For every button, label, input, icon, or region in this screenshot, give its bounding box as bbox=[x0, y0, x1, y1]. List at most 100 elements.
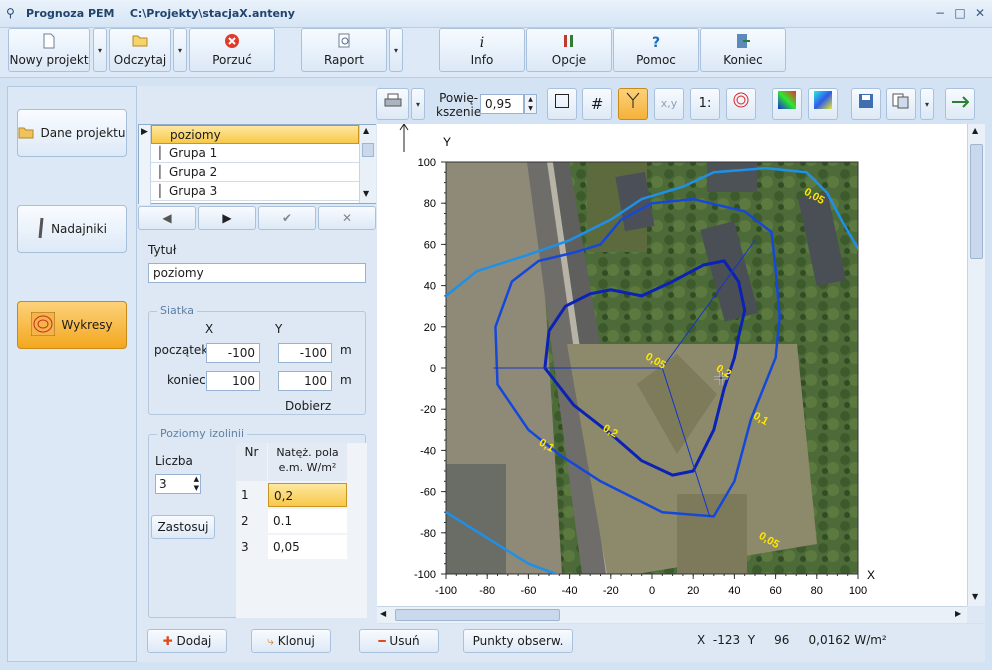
open-dropdown[interactable]: ▾ bbox=[173, 28, 187, 72]
charts-button[interactable]: Wykresy bbox=[17, 301, 127, 349]
help-label: Pomoc bbox=[636, 53, 676, 67]
grid-auto-button[interactable]: Dobierz bbox=[285, 399, 331, 413]
options-button[interactable]: Opcje bbox=[526, 28, 612, 72]
y-tick-label: -80 bbox=[420, 528, 436, 540]
contour-plot[interactable]: -100 -80 -60 -40 -20 0 20 40 60 80 100 100 80 60 40 20 0… bbox=[377, 123, 967, 606]
y-tick-label: 100 bbox=[418, 157, 436, 169]
cancel-record-button[interactable]: ✕ bbox=[318, 206, 376, 230]
scroll-down-icon[interactable]: ▼ bbox=[972, 592, 978, 601]
info-icon: i bbox=[479, 35, 485, 51]
y-tick-label: 20 bbox=[424, 322, 436, 334]
transmitters-label: Nadajniki bbox=[51, 222, 107, 236]
stepper-up-icon[interactable]: ▲ bbox=[194, 475, 199, 483]
scroll-down-icon[interactable]: ▼ bbox=[363, 189, 369, 198]
scroll-left-icon[interactable]: ◀ bbox=[380, 609, 386, 618]
coordinates-toggle-button[interactable]: x,y bbox=[654, 88, 684, 120]
status-y-value: 96 bbox=[774, 633, 790, 647]
isolines-toggle-button[interactable] bbox=[726, 88, 756, 120]
clone-button[interactable]: ⤷ Klonuj bbox=[251, 629, 331, 653]
scale-toggle-button[interactable]: 1: bbox=[690, 88, 720, 120]
plot-vscroll-thumb[interactable] bbox=[970, 144, 983, 259]
plot-vertical-scrollbar[interactable]: ▲ ▼ bbox=[967, 124, 985, 606]
north-arrow-icon bbox=[399, 123, 409, 152]
export-button[interactable] bbox=[945, 88, 975, 120]
print-button[interactable] bbox=[376, 88, 409, 120]
isolines-col-value: Natęż. pola e.m. W/m² bbox=[268, 443, 347, 481]
plus-icon: ✚ bbox=[162, 634, 173, 648]
grid-start-y-input[interactable]: -100 bbox=[278, 343, 332, 363]
new-project-button[interactable]: Nowy projekt bbox=[8, 28, 90, 72]
open-button[interactable]: Odczytaj bbox=[109, 28, 171, 72]
transmitters-button[interactable]: Nadajniki bbox=[17, 205, 127, 253]
isolines-group: Poziomy izolinii Liczba 3 ▲ ▼ Zastosuj N… bbox=[148, 427, 367, 618]
zoom-input[interactable]: 0,95 bbox=[480, 94, 524, 114]
grid-end-x-input[interactable]: 100 bbox=[206, 371, 260, 391]
layer-list-item-label: Grupa 3 bbox=[169, 184, 218, 198]
new-project-dropdown[interactable]: ▾ bbox=[93, 28, 107, 72]
maximize-button[interactable]: □ bbox=[950, 4, 970, 22]
layer-list-item[interactable]: │ Grupa 3 bbox=[151, 182, 359, 201]
status-y-label: Y bbox=[747, 633, 756, 647]
copy-icon bbox=[892, 93, 910, 113]
layer-list-item[interactable]: poziomy bbox=[151, 125, 359, 144]
y-tick-label: 40 bbox=[424, 281, 436, 293]
zoom-stepper[interactable]: ▲ ▼ bbox=[524, 94, 537, 114]
help-button[interactable]: ? Pomoc bbox=[613, 28, 699, 72]
exit-button[interactable]: Koniec bbox=[700, 28, 786, 72]
layer-list-item-label: Grupa 1 bbox=[169, 146, 218, 160]
isolines-row-value[interactable]: 0.1 bbox=[268, 509, 347, 533]
plot-area[interactable]: -100 -80 -60 -40 -20 0 20 40 60 80 100 100 80 60 40 20 0… bbox=[377, 123, 967, 606]
isolines-count-stepper[interactable]: 3 ▲ ▼ bbox=[155, 474, 201, 494]
plot-hscroll-thumb[interactable] bbox=[395, 609, 560, 621]
add-button[interactable]: ✚ Dodaj bbox=[147, 629, 227, 653]
save-image-button[interactable] bbox=[851, 88, 881, 120]
frame-toggle-button[interactable] bbox=[547, 88, 577, 120]
x-tick-label: 40 bbox=[728, 585, 740, 597]
prev-record-button[interactable]: ◀ bbox=[138, 206, 196, 230]
close-window-button[interactable]: ✕ bbox=[970, 4, 990, 22]
minimize-button[interactable]: − bbox=[930, 4, 950, 22]
isolines-row-nr: 2 bbox=[236, 509, 267, 533]
scroll-right-icon[interactable]: ▶ bbox=[955, 609, 961, 618]
y-tick-label: 80 bbox=[424, 198, 436, 210]
add-label: Dodaj bbox=[176, 634, 212, 648]
isolines-row-value[interactable]: 0,05 bbox=[268, 535, 347, 559]
layer-list-scrollbar[interactable]: ▲ ▼ bbox=[359, 125, 376, 203]
copy-image-button[interactable] bbox=[886, 88, 916, 120]
report-dropdown[interactable]: ▾ bbox=[389, 28, 403, 72]
axes-toggle-button[interactable] bbox=[618, 88, 648, 120]
grid-start-x-input[interactable]: -100 bbox=[206, 343, 260, 363]
layer-list-item[interactable]: │ Grupa 1 bbox=[151, 144, 359, 163]
stepper-down-icon[interactable]: ▼ bbox=[194, 484, 199, 492]
confirm-record-button[interactable]: ✔ bbox=[258, 206, 316, 230]
observation-points-button[interactable]: Punkty obserw. bbox=[463, 629, 573, 653]
x-tick-label: 100 bbox=[849, 585, 867, 597]
grid-end-y-input[interactable]: 100 bbox=[278, 371, 332, 391]
grid-start-label: początek bbox=[154, 343, 209, 357]
project-data-button[interactable]: Dane projektu bbox=[17, 109, 127, 157]
title-bar: ⚲ Prognoza PEM C:\Projekty\stacjaX.anten… bbox=[0, 0, 992, 28]
abandon-button[interactable]: Porzuć bbox=[189, 28, 275, 72]
info-button[interactable]: i Info bbox=[439, 28, 525, 72]
color-scale-button[interactable] bbox=[808, 88, 838, 120]
layer-list-scroll-thumb[interactable] bbox=[362, 143, 374, 157]
scroll-up-icon[interactable]: ▲ bbox=[972, 126, 978, 135]
layer-list-item[interactable]: │ Grupa 2 bbox=[151, 163, 359, 182]
plot-horizontal-scrollbar[interactable]: ◀ ▶ bbox=[377, 606, 967, 623]
delete-button[interactable]: ━ Usuń bbox=[359, 629, 439, 653]
next-record-button[interactable]: ▶ bbox=[198, 206, 256, 230]
zoom-label: Powię- kszenie bbox=[436, 91, 482, 119]
y-tick-label: -20 bbox=[420, 404, 436, 416]
scroll-up-icon[interactable]: ▲ bbox=[363, 126, 369, 135]
title-input[interactable]: poziomy bbox=[148, 263, 366, 283]
apply-isolines-button[interactable]: Zastosuj bbox=[151, 515, 215, 539]
color-map-button[interactable] bbox=[772, 88, 802, 120]
copy-dropdown[interactable]: ▾ bbox=[920, 88, 934, 120]
report-button[interactable]: Raport bbox=[301, 28, 387, 72]
settings-panel: ▶ poziomy │ Grupa 1 │ Grupa 2 │ Grupa 3 ▲ ▼ ◀ … bbox=[137, 86, 377, 662]
grid-toggle-button[interactable]: # bbox=[582, 88, 612, 120]
layer-list: ▶ poziomy │ Grupa 1 │ Grupa 2 │ Grupa 3 ▲ ▼ bbox=[138, 124, 376, 205]
x-axis-label: X bbox=[867, 568, 875, 582]
isolines-row-value[interactable]: 0,2 bbox=[268, 483, 347, 507]
print-dropdown[interactable]: ▾ bbox=[411, 88, 425, 120]
